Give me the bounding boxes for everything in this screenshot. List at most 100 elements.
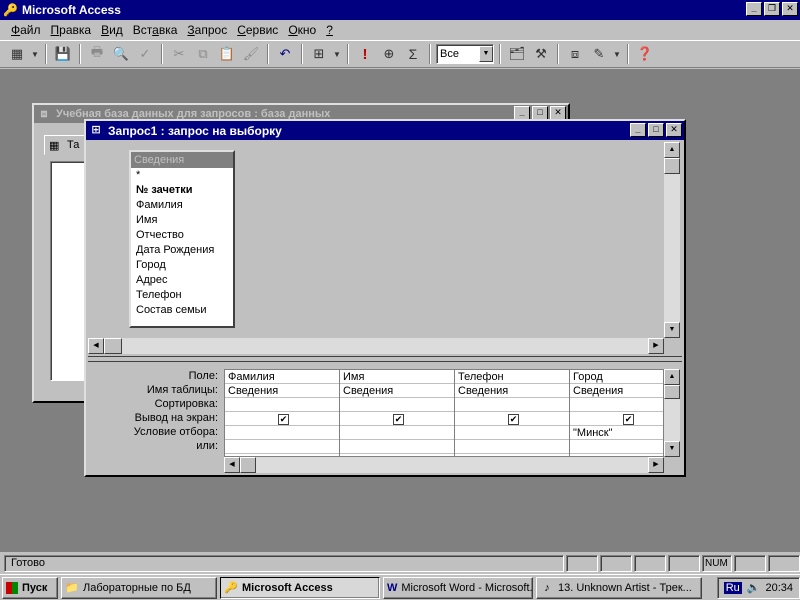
query-minimize-button[interactable]: _ <box>630 123 646 137</box>
field-list-item[interactable]: Состав семьи <box>131 303 233 318</box>
field-list-item[interactable]: Город <box>131 258 233 273</box>
menu-item[interactable]: Сервис <box>232 23 283 37</box>
scroll-thumb[interactable] <box>104 338 122 354</box>
table-pane-hscroll[interactable]: ◀ ▶ <box>88 338 664 354</box>
new-object-icon[interactable]: ✎ <box>588 43 610 65</box>
taskbar-button[interactable]: ♪ 13. Unknown Artist - Трек... <box>536 576 702 599</box>
grid-vscroll[interactable]: ▲ ▼ <box>664 369 680 457</box>
menu-item[interactable]: ? <box>321 23 338 37</box>
pane-splitter[interactable] <box>88 356 682 362</box>
scroll-thumb[interactable] <box>664 158 680 174</box>
new-object-dropdown-icon[interactable]: ▼ <box>612 43 622 65</box>
grid-cell-field[interactable]: Телефон <box>455 370 569 384</box>
grid-cell-field[interactable]: Город <box>570 370 663 384</box>
grid-cell-criteria[interactable] <box>340 426 454 440</box>
scroll-down-icon[interactable]: ▼ <box>664 322 680 338</box>
grid-cell-sort[interactable] <box>225 398 339 412</box>
grid-cell-show[interactable]: ✔ <box>225 412 339 426</box>
format-painter-icon[interactable]: 🖌 <box>240 43 262 65</box>
properties-icon[interactable]: 🗂 <box>506 43 528 65</box>
scroll-left-icon[interactable]: ◀ <box>224 457 240 473</box>
field-list-item[interactable]: Адрес <box>131 273 233 288</box>
grid-cell-sort[interactable] <box>340 398 454 412</box>
grid-cell-table[interactable]: Сведения <box>340 384 454 398</box>
help-icon[interactable]: ❓ <box>634 43 656 65</box>
copy-icon[interactable]: ⧉ <box>192 43 214 65</box>
menu-item[interactable]: Окно <box>283 23 321 37</box>
grid-cell-or[interactable] <box>225 440 339 454</box>
close-button[interactable]: ✕ <box>782 2 798 16</box>
show-checkbox[interactable]: ✔ <box>393 414 404 425</box>
scroll-right-icon[interactable]: ▶ <box>648 457 664 473</box>
field-list-item[interactable]: Телефон <box>131 288 233 303</box>
query-window-title-bar[interactable]: ⊞ Запрос1 : запрос на выборку _ □ ✕ <box>86 121 684 140</box>
show-checkbox[interactable]: ✔ <box>508 414 519 425</box>
field-list-item[interactable]: Дата Рождения <box>131 243 233 258</box>
grid-cell-criteria[interactable] <box>225 426 339 440</box>
grid-cell-sort[interactable] <box>570 398 663 412</box>
field-list-item[interactable]: Имя <box>131 213 233 228</box>
query-window[interactable]: ⊞ Запрос1 : запрос на выборку _ □ ✕ Свед… <box>84 119 686 477</box>
print-preview-icon[interactable]: 🔍 <box>110 43 132 65</box>
scroll-right-icon[interactable]: ▶ <box>648 338 664 354</box>
scroll-thumb[interactable] <box>240 457 256 473</box>
taskbar-button[interactable]: 🔑 Microsoft Access <box>220 576 380 599</box>
taskbar-button[interactable]: W Microsoft Word - Microsoft... <box>383 576 533 599</box>
show-checkbox[interactable]: ✔ <box>278 414 289 425</box>
db-close-button[interactable]: ✕ <box>550 106 566 120</box>
grid-cell-criteria[interactable] <box>455 426 569 440</box>
grid-cell-or[interactable] <box>570 440 663 454</box>
run-icon[interactable]: ! <box>354 43 376 65</box>
scroll-thumb[interactable] <box>664 385 680 399</box>
scroll-up-icon[interactable]: ▲ <box>664 142 680 158</box>
field-list-item[interactable]: Отчество <box>131 228 233 243</box>
table-pane-vscroll[interactable]: ▲ ▼ <box>664 142 680 338</box>
menu-item[interactable]: Вставка <box>128 23 183 37</box>
db-maximize-button[interactable]: □ <box>532 106 548 120</box>
scroll-down-icon[interactable]: ▼ <box>664 441 680 457</box>
save-icon[interactable]: 💾 <box>52 43 74 65</box>
show-table-icon[interactable]: ⊕ <box>378 43 400 65</box>
field-list-item[interactable]: № зачетки <box>131 183 233 198</box>
app-title-bar[interactable]: 🔑 Microsoft Access _ ❐ ✕ <box>0 0 800 20</box>
show-checkbox[interactable]: ✔ <box>623 414 634 425</box>
table-pane[interactable]: Сведения * № зачетки Фамилия Имя Отчество Дат… <box>88 142 682 356</box>
view-dropdown-icon[interactable]: ▼ <box>30 43 40 65</box>
minimize-button[interactable]: _ <box>746 2 762 16</box>
language-indicator[interactable]: Ru <box>723 581 742 594</box>
build-icon[interactable]: ⚒ <box>530 43 552 65</box>
grid-cell-sort[interactable] <box>455 398 569 412</box>
start-button[interactable]: Пуск <box>2 576 58 599</box>
speaker-icon[interactable]: 🔈 <box>747 581 761 594</box>
grid-cell-show[interactable]: ✔ <box>570 412 663 426</box>
clock[interactable]: 20:34 <box>765 582 793 594</box>
field-list-item[interactable]: * <box>131 168 233 183</box>
query-type-icon[interactable]: ⊞ <box>308 43 330 65</box>
field-list-title[interactable]: Сведения <box>131 152 233 168</box>
paste-icon[interactable]: 📋 <box>216 43 238 65</box>
cut-icon[interactable]: ✂ <box>168 43 190 65</box>
taskbar-button[interactable]: 📁 Лабораторные по БД <box>61 576 217 599</box>
spelling-icon[interactable]: ✓ <box>134 43 156 65</box>
design-grid[interactable]: Фамилия Сведения ✔ Имя Сведения ✔ Телефон Сведе… <box>224 369 664 457</box>
query-maximize-button[interactable]: □ <box>648 123 664 137</box>
totals-icon[interactable]: Σ <box>402 43 424 65</box>
menu-item[interactable]: Запрос <box>182 23 232 37</box>
field-list-box[interactable]: Сведения * № зачетки Фамилия Имя Отчество Дат… <box>129 150 235 328</box>
grid-cell-table[interactable]: Сведения <box>570 384 663 398</box>
undo-icon[interactable]: ↶ <box>274 43 296 65</box>
query-close-button[interactable]: ✕ <box>666 123 682 137</box>
grid-cell-table[interactable]: Сведения <box>455 384 569 398</box>
grid-cell-show[interactable]: ✔ <box>340 412 454 426</box>
db-minimize-button[interactable]: _ <box>514 106 530 120</box>
database-window-icon[interactable]: ⧈ <box>564 43 586 65</box>
grid-cell-criteria[interactable]: "Минск" <box>570 426 663 440</box>
grid-hscroll[interactable]: ◀ ▶ <box>224 457 664 473</box>
top-values-combo[interactable]: Все ▼ <box>436 44 494 64</box>
restore-button[interactable]: ❐ <box>764 2 780 16</box>
scroll-up-icon[interactable]: ▲ <box>664 369 680 385</box>
menu-item[interactable]: Вид <box>96 23 128 37</box>
field-list-item[interactable]: Фамилия <box>131 198 233 213</box>
grid-cell-or[interactable] <box>455 440 569 454</box>
menu-item[interactable]: Правка <box>46 23 97 37</box>
